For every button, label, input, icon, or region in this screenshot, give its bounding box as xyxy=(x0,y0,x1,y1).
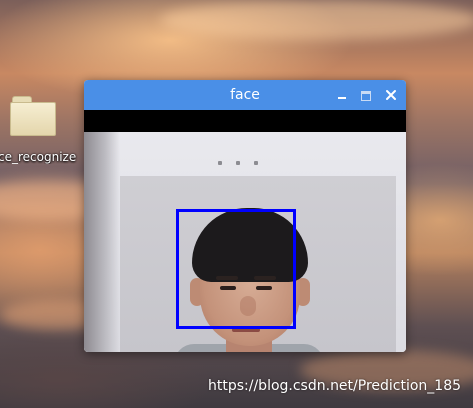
face-window[interactable]: face xyxy=(84,80,406,352)
minimize-icon xyxy=(338,97,346,99)
folder-icon xyxy=(10,96,56,136)
window-titlebar[interactable]: face xyxy=(84,80,406,110)
minimize-button[interactable] xyxy=(334,87,350,103)
watermark: https://blog.csdn.net/Prediction_185 xyxy=(208,378,462,394)
maximize-button[interactable] xyxy=(358,87,374,103)
monitor-bezel xyxy=(84,110,406,132)
cloud xyxy=(160,0,473,40)
camera-frame xyxy=(84,110,406,352)
folder-label: ce_recognize xyxy=(0,150,77,164)
face-detection-box xyxy=(176,209,296,329)
viewer-toolbar xyxy=(218,150,288,184)
close-icon xyxy=(386,90,396,100)
maximize-icon xyxy=(361,91,371,101)
desktop: ce_recognize face https://blog.csdn.net/… xyxy=(0,0,473,408)
monitor-edge xyxy=(84,132,120,352)
desktop-folder-icon[interactable]: ce_recognize xyxy=(0,96,84,164)
close-button[interactable] xyxy=(383,87,399,103)
